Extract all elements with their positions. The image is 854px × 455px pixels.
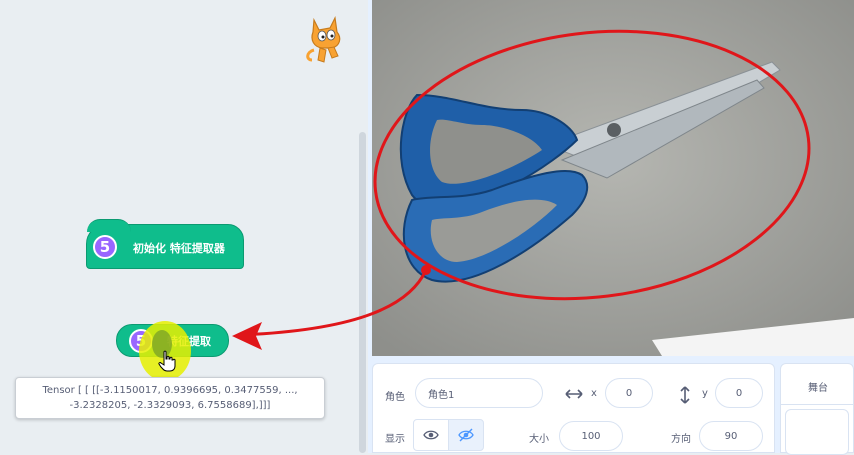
direction-input[interactable]: 90 (699, 421, 763, 451)
report-line-1: Tensor [ [ [[-3.1150017, 0.9396695, 0.34… (42, 385, 298, 396)
stage-thumbnail[interactable] (785, 409, 849, 455)
size-input[interactable]: 100 (559, 421, 623, 451)
hide-sprite-toggle[interactable] (448, 419, 484, 451)
size-label: 大小 (529, 434, 549, 445)
eye-off-icon (458, 428, 474, 442)
stage-panel-title: 舞台 (808, 383, 828, 394)
init-feature-extractor-block[interactable]: 5 初始化 特征提取器 (86, 219, 244, 269)
direction-label: 方向 (671, 434, 691, 445)
x-label: x (591, 388, 597, 399)
workspace-scrollbar[interactable] (359, 132, 366, 453)
pointer-hand-icon (158, 350, 176, 372)
eye-icon (423, 430, 439, 440)
show-sprite-toggle[interactable] (413, 419, 449, 451)
x-input[interactable]: 0 (605, 378, 653, 408)
report-line-2: -3.2328205, -2.3329093, 6.7558689],]]] (69, 400, 271, 411)
y-label: y (702, 388, 708, 399)
stage-canvas[interactable] (372, 0, 854, 356)
sprite-name-input[interactable]: 角色1 (415, 378, 543, 408)
arrow-vertical-icon (680, 386, 690, 404)
y-input[interactable]: 0 (715, 378, 763, 408)
block-label: 初始化 特征提取器 (133, 242, 225, 255)
report-bubble: Tensor [ [ [[-3.1150017, 0.9396695, 0.34… (15, 377, 325, 419)
camera-image (372, 0, 854, 356)
sprite-info-panel: 角色 角色1 x 0 y 0 显示 大小 100 方向 90 (372, 363, 775, 453)
scratch-cat-icon (306, 16, 341, 63)
show-label: 显示 (385, 434, 405, 445)
arrow-horizontal-icon (565, 389, 583, 399)
sprite-label: 角色 (385, 392, 405, 403)
extension-badge: 5 (93, 235, 117, 259)
